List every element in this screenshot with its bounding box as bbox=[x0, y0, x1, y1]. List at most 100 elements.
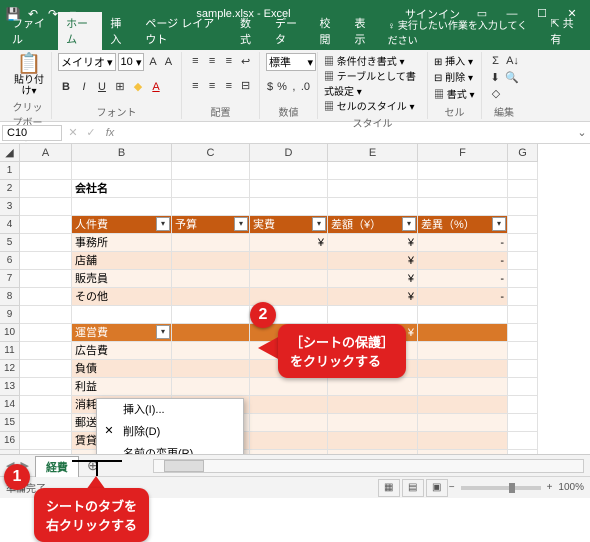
table-header[interactable]: 人件費▾ bbox=[72, 216, 172, 234]
cond-format-button[interactable]: ▦ 条件付き書式 ▾ bbox=[324, 53, 421, 68]
filter-icon[interactable]: ▾ bbox=[402, 217, 416, 231]
zoom-slider[interactable] bbox=[461, 486, 541, 490]
row-header[interactable]: 14 bbox=[0, 396, 20, 414]
align-right-icon[interactable]: ≡ bbox=[222, 78, 237, 94]
currency-icon[interactable]: $ bbox=[266, 79, 274, 95]
font-color-icon[interactable]: A bbox=[148, 79, 164, 95]
underline-icon[interactable]: U bbox=[94, 79, 110, 95]
row-header[interactable]: 11 bbox=[0, 342, 20, 360]
menu-rename[interactable]: 名前の変更(R) bbox=[97, 443, 243, 454]
filter-icon[interactable]: ▾ bbox=[492, 217, 506, 231]
view-layout-icon[interactable]: ▤ bbox=[402, 479, 424, 497]
col-header[interactable]: B bbox=[72, 144, 172, 162]
fill-color-icon[interactable]: ◆ bbox=[130, 79, 146, 95]
filter-icon[interactable]: ▾ bbox=[234, 217, 248, 231]
row-header[interactable]: 3 bbox=[0, 198, 20, 216]
grow-font-icon[interactable]: A bbox=[146, 54, 159, 70]
row-header[interactable]: 6 bbox=[0, 252, 20, 270]
find-icon[interactable]: 🔍 bbox=[504, 69, 520, 85]
tab-view[interactable]: 表示 bbox=[347, 12, 382, 50]
bold-icon[interactable]: B bbox=[58, 79, 74, 95]
sort-icon[interactable]: A↓ bbox=[505, 53, 520, 69]
merge-icon[interactable]: ⊟ bbox=[238, 78, 253, 94]
table-header[interactable]: 実費▾ bbox=[250, 216, 328, 234]
row-header[interactable]: 9 bbox=[0, 306, 20, 324]
paste-button[interactable]: 📋貼り付け▾ bbox=[10, 53, 48, 97]
view-normal-icon[interactable]: ▦ bbox=[378, 479, 400, 497]
percent-icon[interactable]: % bbox=[276, 79, 288, 95]
zoom-out-icon[interactable]: − bbox=[449, 482, 455, 493]
group-align: 配置 bbox=[188, 102, 253, 119]
filter-icon[interactable]: ▾ bbox=[156, 325, 170, 339]
tab-data[interactable]: データ bbox=[267, 12, 312, 50]
tab-home[interactable]: ホーム bbox=[58, 12, 102, 50]
view-break-icon[interactable]: ▣ bbox=[426, 479, 448, 497]
row-header[interactable]: 16 bbox=[0, 432, 20, 450]
tab-formula[interactable]: 数式 bbox=[232, 12, 267, 50]
col-header[interactable]: G bbox=[508, 144, 538, 162]
row-header[interactable]: 10 bbox=[0, 324, 20, 342]
table-format-button[interactable]: ▦ テーブルとして書式設定 ▾ bbox=[324, 68, 421, 98]
insert-cells-button[interactable]: ⊞ 挿入 ▾ bbox=[434, 53, 475, 68]
align-left-icon[interactable]: ≡ bbox=[188, 78, 203, 94]
sum-icon[interactable]: Σ bbox=[488, 53, 503, 69]
col-header[interactable]: A bbox=[20, 144, 72, 162]
row-header[interactable]: 4 bbox=[0, 216, 20, 234]
row-header[interactable]: 15 bbox=[0, 414, 20, 432]
italic-icon[interactable]: I bbox=[76, 79, 92, 95]
filter-icon[interactable]: ▾ bbox=[312, 217, 326, 231]
align-mid-icon[interactable]: ≡ bbox=[205, 53, 220, 69]
zoom-in-icon[interactable]: + bbox=[547, 482, 553, 493]
align-center-icon[interactable]: ≡ bbox=[205, 78, 220, 94]
share-button[interactable]: ⇱ 共有 bbox=[540, 12, 590, 50]
formula-expand-icon[interactable]: ⌄ bbox=[574, 126, 590, 139]
align-bot-icon[interactable]: ≡ bbox=[222, 53, 237, 69]
font-size-select[interactable]: 10▾ bbox=[118, 53, 145, 71]
col-header[interactable]: C bbox=[172, 144, 250, 162]
col-header[interactable]: F bbox=[418, 144, 508, 162]
horizontal-scrollbar[interactable] bbox=[153, 459, 584, 473]
menu-delete[interactable]: ✕削除(D) bbox=[97, 421, 243, 443]
comma-icon[interactable]: , bbox=[290, 79, 298, 95]
row-header[interactable]: 7 bbox=[0, 270, 20, 288]
number-format-select[interactable]: 標準▾ bbox=[266, 53, 316, 71]
table-header[interactable]: 差額（¥）▾ bbox=[328, 216, 418, 234]
filter-icon[interactable]: ▾ bbox=[156, 217, 170, 231]
cancel-formula-icon[interactable]: ✕ bbox=[64, 126, 82, 139]
fill-icon[interactable]: ⬇ bbox=[488, 69, 502, 85]
border-icon[interactable]: ⊞ bbox=[112, 79, 128, 95]
cell-styles-button[interactable]: ▦ セルのスタイル ▾ bbox=[324, 98, 421, 113]
row-header[interactable]: 12 bbox=[0, 360, 20, 378]
tab-layout[interactable]: ページ レイアウト bbox=[137, 12, 232, 50]
row-header[interactable]: 5 bbox=[0, 234, 20, 252]
row-header[interactable]: 17 bbox=[0, 450, 20, 454]
tab-review[interactable]: 校閲 bbox=[312, 12, 347, 50]
menu-insert[interactable]: 挿入(I)... bbox=[97, 399, 243, 421]
fx-icon[interactable]: fx bbox=[100, 127, 120, 139]
font-name-select[interactable]: メイリオ▾ bbox=[58, 53, 116, 71]
delete-cells-button[interactable]: ⊟ 削除 ▾ bbox=[434, 69, 475, 84]
tell-me[interactable]: ♀ 実行したい作業を入力してください bbox=[382, 14, 541, 50]
name-box[interactable]: C10 bbox=[2, 125, 62, 141]
format-cells-button[interactable]: ▦ 書式 ▾ bbox=[434, 86, 475, 101]
col-header[interactable]: D bbox=[250, 144, 328, 162]
align-top-icon[interactable]: ≡ bbox=[188, 53, 203, 69]
row-header[interactable]: 1 bbox=[0, 162, 20, 180]
tab-insert[interactable]: 挿入 bbox=[102, 12, 137, 50]
clear-icon[interactable]: ◇ bbox=[488, 86, 504, 102]
cell[interactable]: 会社名 bbox=[72, 180, 172, 198]
inc-dec-icon[interactable]: .0 bbox=[300, 79, 311, 95]
row-header[interactable]: 8 bbox=[0, 288, 20, 306]
table-header[interactable]: 予算▾ bbox=[172, 216, 250, 234]
table-header[interactable]: 差異（%）▾ bbox=[418, 216, 508, 234]
select-all-corner[interactable]: ◢ bbox=[0, 144, 20, 162]
wrap-icon[interactable]: ↩ bbox=[238, 53, 253, 69]
zoom-level[interactable]: 100% bbox=[558, 482, 584, 493]
enter-formula-icon[interactable]: ✓ bbox=[82, 126, 100, 139]
row-header[interactable]: 2 bbox=[0, 180, 20, 198]
tab-file[interactable]: ファイル bbox=[4, 12, 58, 50]
row-header[interactable]: 13 bbox=[0, 378, 20, 396]
shrink-font-icon[interactable]: A bbox=[162, 54, 175, 70]
worksheet-grid[interactable]: ◢ A B C D E F G 1 2 会社名 3 4 人件費▾ 予算▾ 実費▾… bbox=[0, 144, 590, 454]
col-header[interactable]: E bbox=[328, 144, 418, 162]
